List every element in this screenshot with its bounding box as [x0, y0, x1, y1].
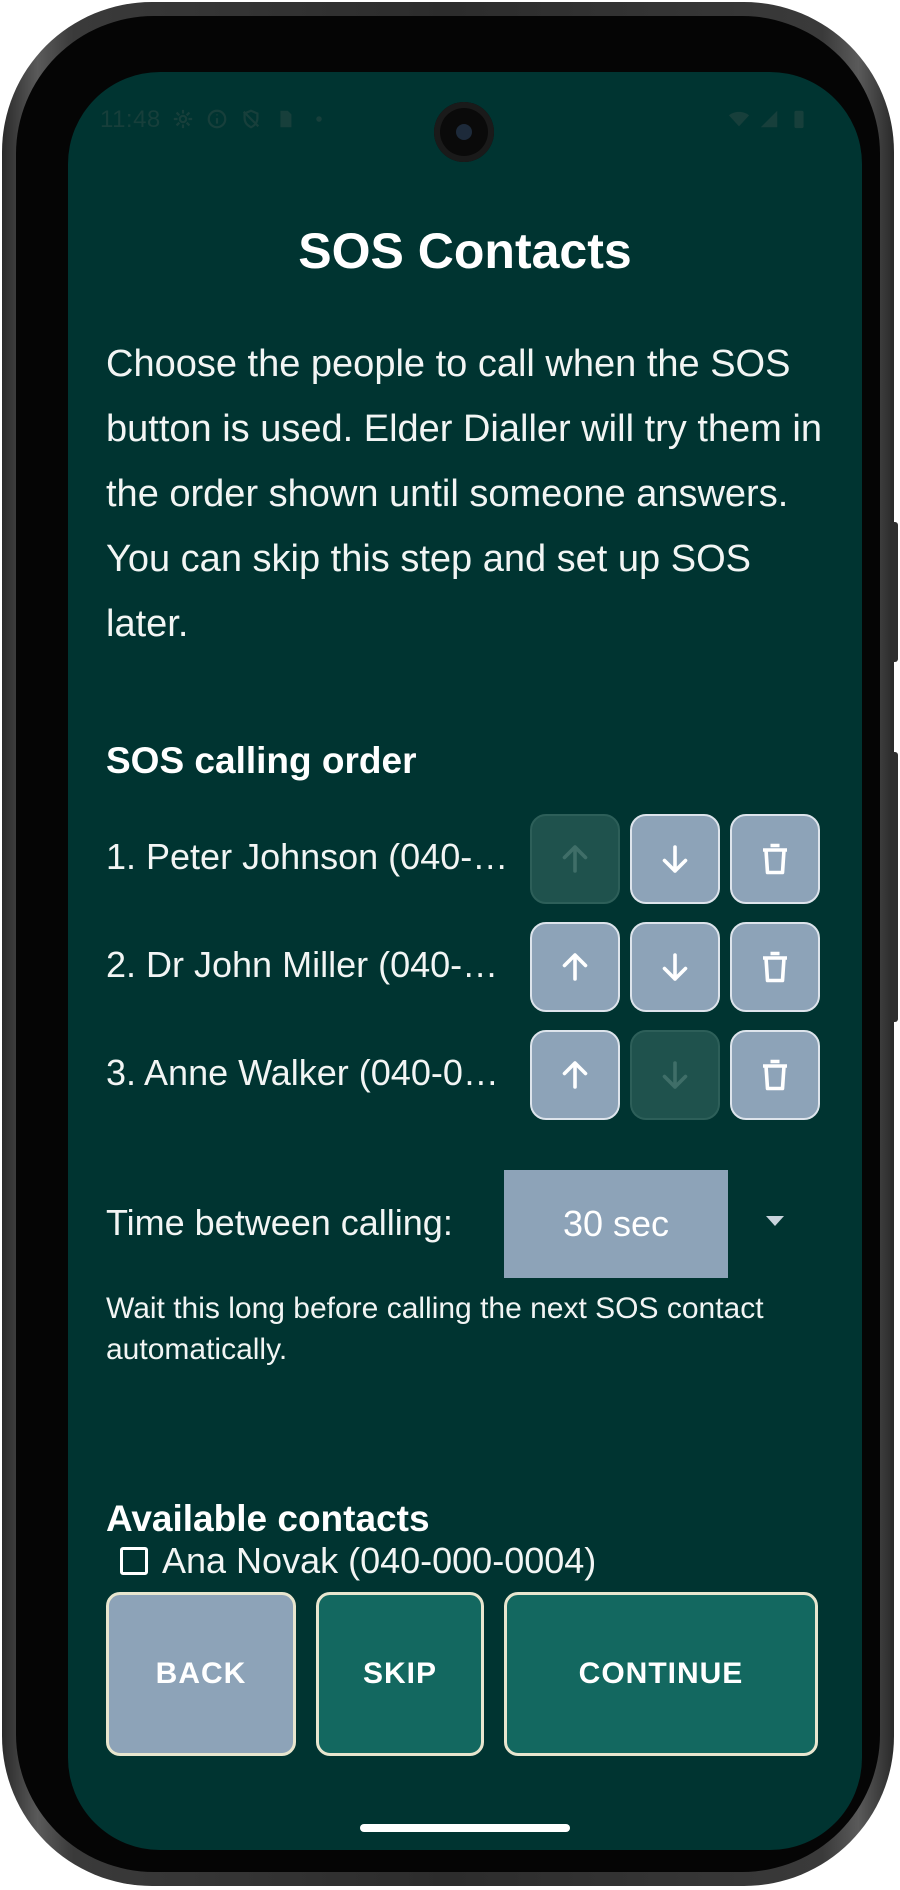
move-up-button[interactable] [530, 814, 620, 904]
time-between-select[interactable]: 30 sec [504, 1170, 728, 1278]
signal-icon [760, 110, 778, 128]
phone-frame: 11:48 SOS Contacts Choose the people to … [2, 2, 898, 1886]
move-down-button[interactable] [630, 814, 720, 904]
move-up-button[interactable] [530, 922, 620, 1012]
wifi-icon [728, 111, 750, 127]
dropdown-caret-icon[interactable] [766, 1216, 784, 1226]
contact-checkbox[interactable] [120, 1547, 148, 1575]
contact-label: Ana Novak (040-000-0004) [162, 1540, 597, 1581]
skip-button[interactable]: SKIP [316, 1592, 484, 1756]
delete-button[interactable] [730, 814, 820, 904]
arrow-down-icon [662, 845, 688, 873]
delete-button[interactable] [730, 1030, 820, 1120]
available-contact-item[interactable]: Ana Novak (040-000-0004) [120, 1540, 596, 1582]
status-bar: 11:48 [68, 72, 862, 172]
page-title: SOS Contacts [298, 223, 632, 279]
status-time: 11:48 [100, 106, 161, 133]
time-between-label: Time between calling: [106, 1202, 453, 1243]
no-disturb-icon [242, 109, 260, 129]
trash-icon [763, 951, 787, 983]
home-indicator[interactable] [360, 1824, 570, 1832]
sim-card-icon [280, 110, 292, 128]
intro-text: Choose the people to call when the SOS b… [106, 343, 822, 645]
volume-button [890, 752, 898, 1022]
arrow-up-icon [562, 953, 588, 981]
arrow-up-icon [562, 1061, 588, 1089]
back-button[interactable]: BACK [106, 1592, 296, 1756]
front-camera [434, 102, 494, 162]
bottom-action-bar: BACK SKIP CONTINUE [106, 1592, 824, 1756]
sos-order-heading: SOS calling order [106, 740, 417, 781]
arrow-down-icon [662, 1061, 688, 1089]
sos-order-row: 2. Dr John Miller (040-000-0002) [106, 922, 822, 1014]
trash-icon [763, 843, 787, 875]
app-screen: 11:48 SOS Contacts Choose the people to … [68, 72, 862, 1850]
sos-contact-label: 2. Dr John Miller (040-000-0002) [106, 944, 518, 985]
phone-bezel: 11:48 SOS Contacts Choose the people to … [16, 16, 880, 1872]
delete-button[interactable] [730, 922, 820, 1012]
move-down-button[interactable] [630, 922, 720, 1012]
battery-icon [794, 110, 804, 129]
sos-order-row: 3. Anne Walker (040-000-0003) [106, 1030, 822, 1122]
move-up-button[interactable] [530, 1030, 620, 1120]
settings-icon [173, 109, 193, 129]
time-between-help: Wait this long before calling the next S… [106, 1292, 764, 1366]
sos-order-row: 1. Peter Johnson (040-000-0001) [106, 814, 822, 906]
move-down-button[interactable] [630, 1030, 720, 1120]
available-contacts-heading: Available contacts [106, 1498, 430, 1539]
sos-contact-label: 1. Peter Johnson (040-000-0001) [106, 836, 518, 877]
continue-button[interactable]: CONTINUE [504, 1592, 818, 1756]
dot-icon [316, 116, 322, 122]
trash-icon [763, 1059, 787, 1091]
info-icon [207, 109, 227, 129]
power-button [890, 522, 898, 662]
sos-contact-label: 3. Anne Walker (040-000-0003) [106, 1052, 518, 1093]
status-icons-left [172, 108, 330, 130]
arrow-up-icon [562, 845, 588, 873]
status-icons-right [728, 108, 810, 130]
arrow-down-icon [662, 953, 688, 981]
